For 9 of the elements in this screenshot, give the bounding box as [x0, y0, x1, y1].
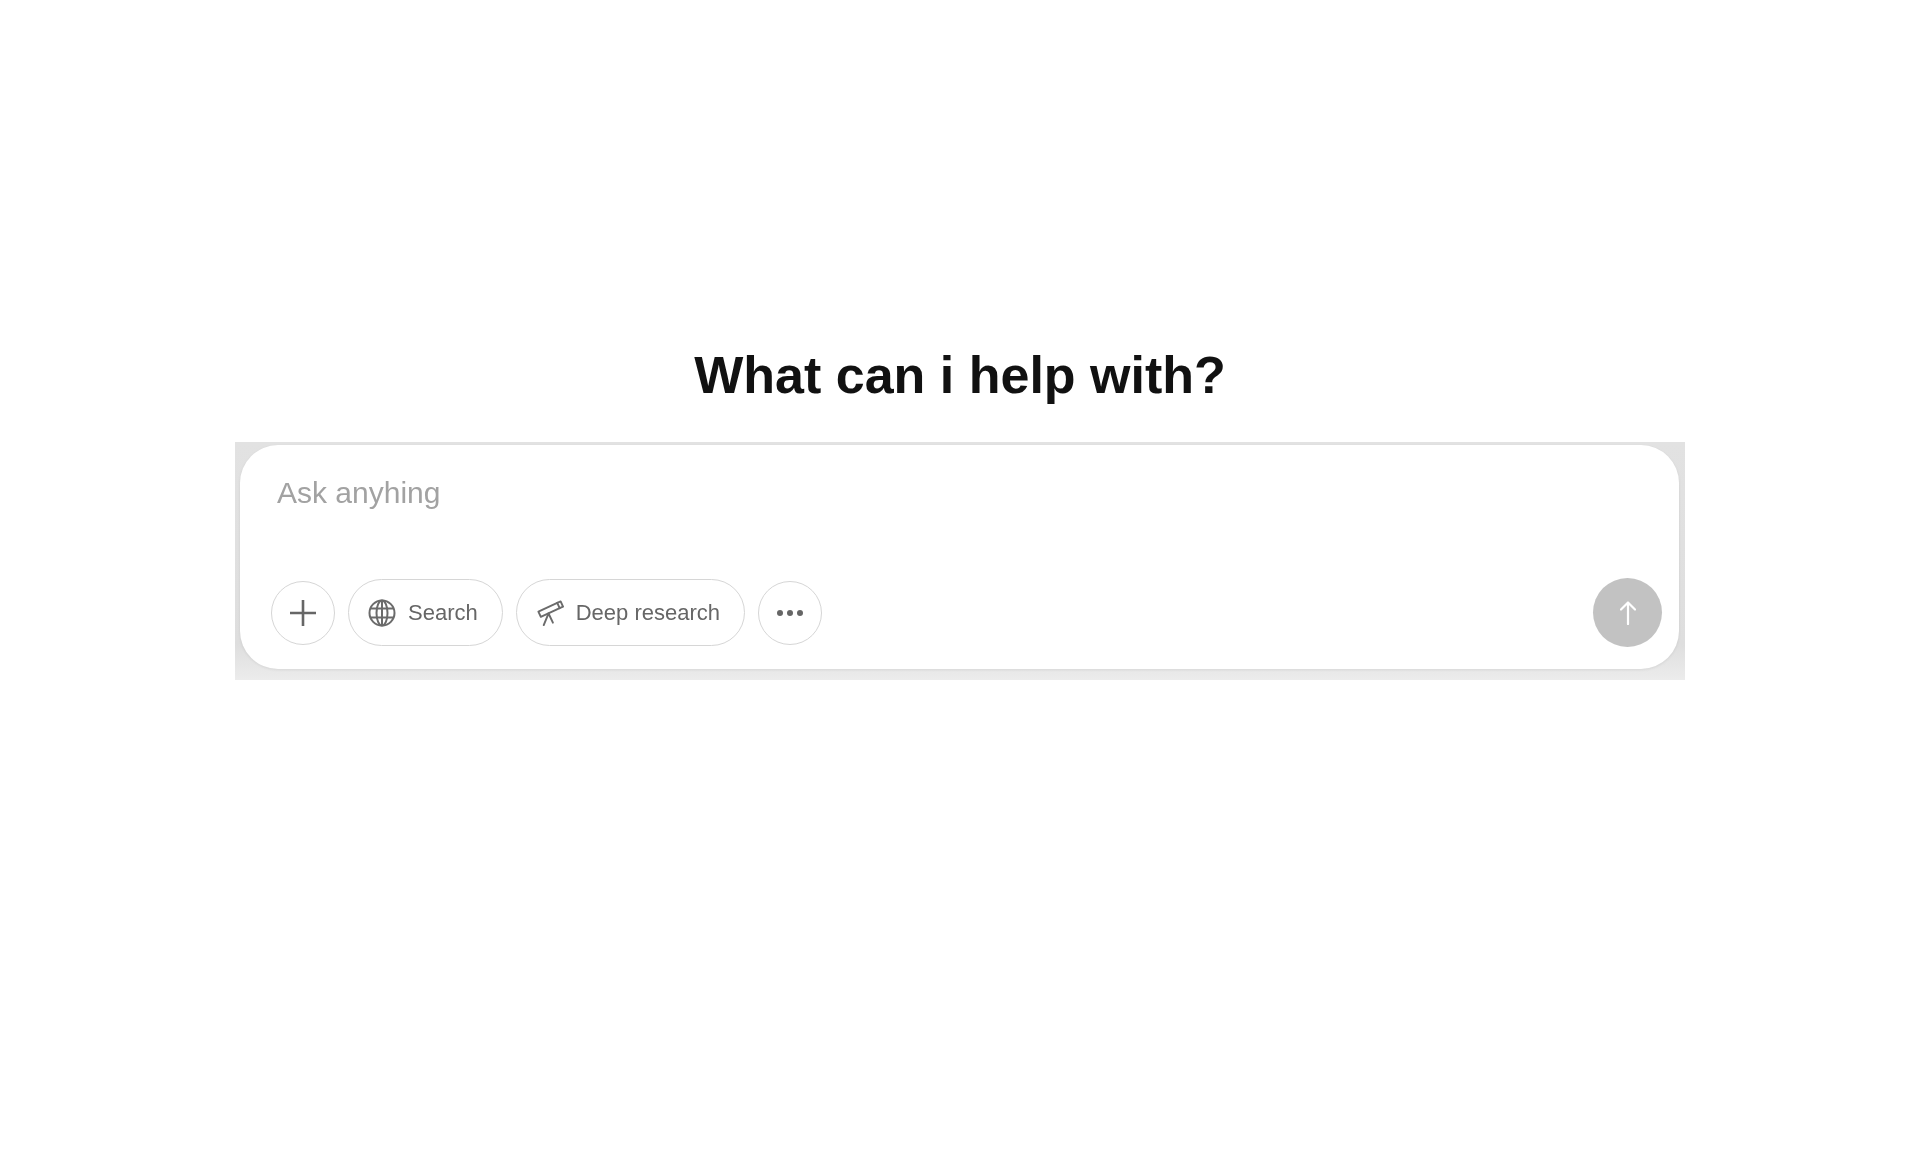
deep-research-button[interactable]: Deep research — [515, 579, 746, 647]
message-input[interactable]: Ask anyhing — [271, 475, 1662, 512]
arrow-up-icon — [1619, 600, 1636, 625]
more-icon — [777, 609, 804, 616]
plus-icon — [290, 599, 316, 626]
globe-icon — [368, 598, 396, 627]
search-button[interactable]: Search — [348, 579, 503, 647]
page-heading: What can i help with? — [694, 345, 1226, 406]
telescope-icon — [535, 598, 564, 627]
